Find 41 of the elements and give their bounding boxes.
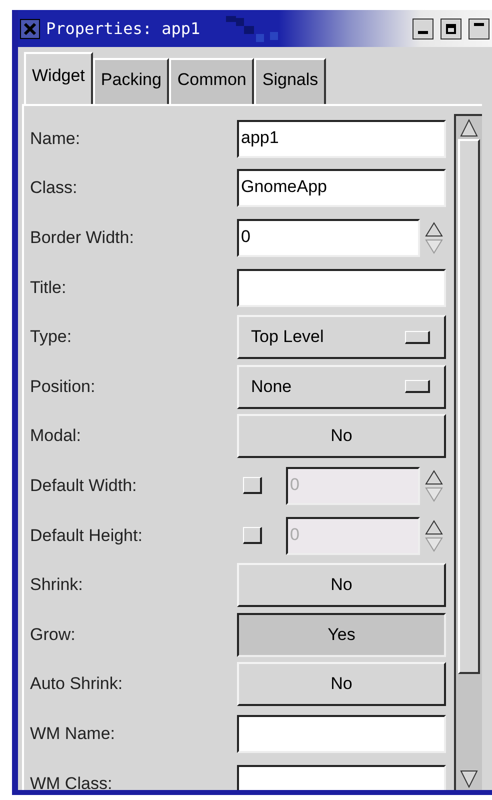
option-menu[interactable]: None [237,364,446,409]
toggle-button[interactable]: No [237,563,446,608]
field-label: Border Width: [30,228,135,248]
field-label: Title: [30,278,68,298]
scroll-thumb[interactable] [458,139,480,674]
field-label: Auto Shrink: [30,674,124,694]
maximize-icon[interactable] [440,18,462,40]
spin-field[interactable]: 0 [237,218,420,257]
field-label: Modal: [30,426,82,446]
title-pattern-drawing [226,16,278,42]
option-menu[interactable]: Top Level [237,315,446,360]
tab[interactable]: Widget [24,52,93,104]
field-label: Shrink: [30,575,84,596]
tab[interactable]: Common [169,58,254,104]
field-label: WM Class: [30,774,114,790]
text-field[interactable] [237,714,446,753]
field-label: Class: [30,178,78,198]
window-title: Properties: app1 [46,19,200,38]
field-label: Type: [30,327,73,348]
scroll-down-icon[interactable] [458,768,480,790]
tab[interactable]: Signals [254,58,326,104]
shade-icon[interactable] [468,18,490,40]
spin-arrows-icon[interactable] [424,518,444,553]
field-label: WM Name: [30,724,116,744]
toggle-button[interactable]: Yes [237,612,446,657]
field-label: Grow: [30,624,76,645]
scrollbar[interactable] [454,114,482,790]
field-label: Default Width: [30,476,138,496]
toggle-button[interactable]: No [237,414,446,458]
text-field[interactable]: app1 [237,120,446,158]
spin-arrows-icon[interactable] [424,220,444,255]
field-label: Default Height: [30,526,144,546]
text-field[interactable]: GnomeApp [237,169,446,208]
tab[interactable]: Packing [92,58,170,104]
minimize-icon[interactable] [412,18,434,40]
close-icon[interactable] [20,18,40,38]
field-label: Name: [30,128,82,149]
text-field[interactable] [237,268,446,307]
toggle-button[interactable]: No [237,662,446,706]
spin-arrows-icon[interactable] [424,468,444,503]
field-label: Position: [30,376,96,397]
